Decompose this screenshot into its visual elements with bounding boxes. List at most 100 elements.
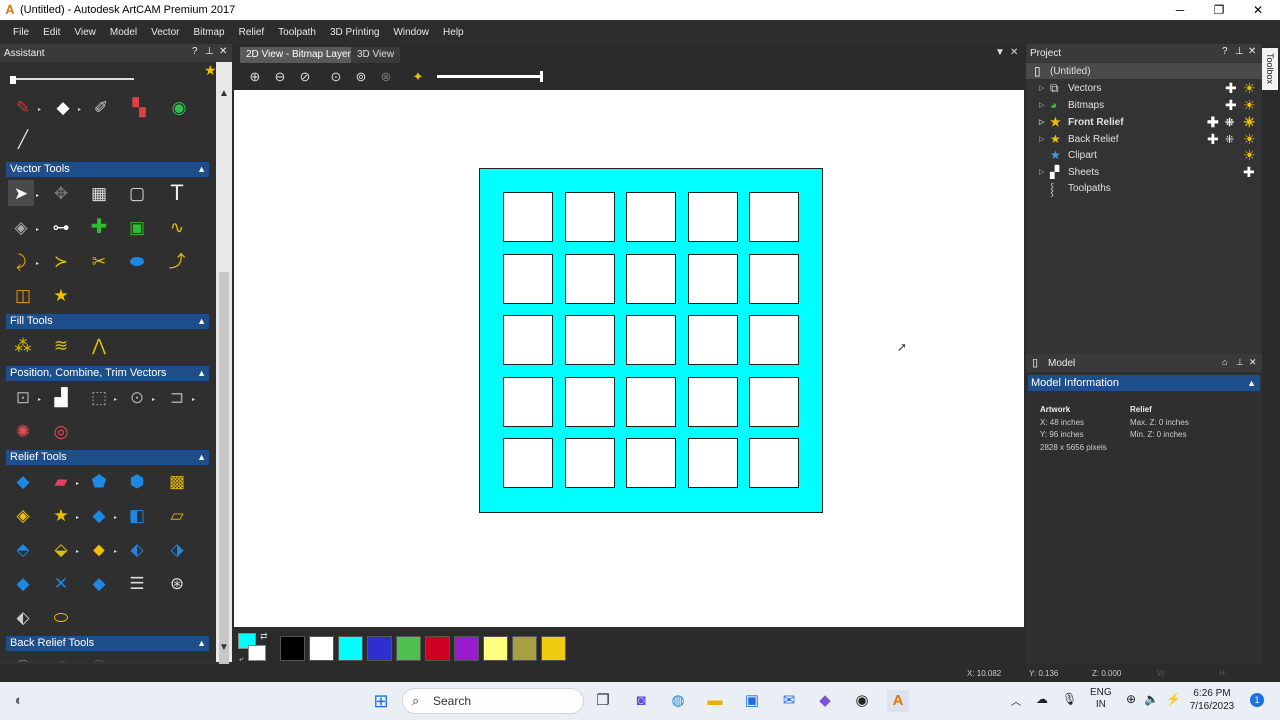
back-relief-texture-icon[interactable]: ⬭ bbox=[86, 650, 112, 662]
relief-circle-icon[interactable]: ⊛ bbox=[164, 570, 190, 596]
wrap-relief-icon[interactable]: ▱ bbox=[164, 502, 190, 528]
bitmap-board[interactable] bbox=[479, 168, 823, 513]
menu-relief[interactable]: Relief bbox=[232, 27, 272, 38]
restore-button[interactable]: ❐ bbox=[1199, 0, 1239, 20]
assistant-pin-button[interactable]: ⊥ bbox=[205, 46, 214, 57]
grid-cell[interactable] bbox=[626, 253, 676, 304]
flatten-relief-icon[interactable]: ◆ bbox=[86, 570, 112, 596]
create-vector-icon[interactable]: ✚ bbox=[86, 214, 112, 240]
dropdown-arrow-icon[interactable]: ▸ bbox=[38, 396, 41, 403]
grid-cell[interactable] bbox=[687, 438, 738, 488]
add-bitmap-icon[interactable]: ✚ bbox=[1225, 97, 1237, 114]
grid-cell[interactable] bbox=[626, 438, 676, 488]
dropdown-arrow-icon[interactable]: ▸ bbox=[114, 548, 117, 555]
grid-cell[interactable] bbox=[626, 315, 676, 365]
tree-item-sheets[interactable]: ▷ ▞ Sheets ✚ bbox=[1026, 164, 1262, 180]
tool-size-slider-knob[interactable] bbox=[10, 76, 16, 84]
relief-cleanup-icon[interactable]: ⬖ bbox=[10, 604, 36, 630]
bulb-on-icon[interactable]: ☀ bbox=[1243, 147, 1256, 164]
dropdown-arrow-icon[interactable]: ▸ bbox=[114, 514, 117, 521]
shape-editor-icon[interactable]: ◆ bbox=[10, 468, 36, 494]
dropdown-arrow-icon[interactable]: ▸ bbox=[78, 106, 81, 113]
model-pin-icon[interactable]: ⊥ bbox=[1236, 357, 1244, 368]
grid-cell[interactable] bbox=[626, 192, 676, 242]
color-swatch[interactable] bbox=[454, 636, 479, 661]
pen-tool-icon[interactable]: ✎ bbox=[10, 94, 36, 120]
battery-icon[interactable]: ⚡ bbox=[1166, 692, 1181, 706]
transform-tool-icon[interactable]: ✥ bbox=[48, 180, 74, 206]
bitmap-to-relief-icon[interactable]: ◈ bbox=[10, 502, 36, 528]
dropdown-arrow-icon[interactable]: ▸ bbox=[36, 226, 39, 233]
vector-library-icon[interactable]: ★ bbox=[48, 282, 74, 308]
close-button[interactable]: ✕ bbox=[1238, 0, 1278, 20]
zoom-extents-icon[interactable]: ⊚ bbox=[352, 68, 370, 86]
menu-edit[interactable]: Edit bbox=[36, 27, 67, 38]
expand-icon[interactable]: ▷ bbox=[1039, 118, 1044, 126]
cloud-icon[interactable]: ☁ bbox=[1036, 692, 1048, 706]
tree-item-front-relief[interactable]: ▷ ★ Front Relief ✚ ⁜ ☀ bbox=[1026, 114, 1262, 130]
relief-clipart-icon[interactable]: ★ bbox=[48, 502, 74, 528]
start-icon[interactable]: ⊞ bbox=[370, 690, 392, 712]
sculpt-icon[interactable]: ⬥ bbox=[86, 536, 112, 562]
favorite-star-icon[interactable]: ★ bbox=[204, 62, 216, 79]
offset-relief-icon[interactable]: ⬗ bbox=[164, 536, 190, 562]
color-swatch[interactable] bbox=[425, 636, 450, 661]
color-swatch[interactable] bbox=[338, 636, 363, 661]
menu-view[interactable]: View bbox=[67, 27, 103, 38]
tree-item-untitled[interactable]: ▯ (Untitled) bbox=[1026, 63, 1262, 79]
minimize-button[interactable]: ─ bbox=[1160, 0, 1200, 20]
grid-cell[interactable] bbox=[564, 438, 615, 488]
tree-item-back-relief[interactable]: ▷ ★ Back Relief ✚ ⁜ ☀ bbox=[1026, 131, 1262, 147]
color-swatch[interactable] bbox=[367, 636, 392, 661]
close-vector-icon[interactable]: ⊐ bbox=[164, 384, 190, 410]
eraser-tool-icon[interactable]: ◆ bbox=[50, 94, 76, 120]
menu-toolpath[interactable]: Toolpath bbox=[271, 27, 323, 38]
drawing-canvas[interactable]: ➚ bbox=[234, 90, 1024, 627]
tool-size-slider[interactable] bbox=[12, 78, 134, 80]
tree-item-bitmaps[interactable]: ▷ ◕ Bitmaps ✚ ☀ bbox=[1026, 97, 1262, 113]
zoom-out-icon[interactable]: ⊖ bbox=[271, 68, 289, 86]
add-sheet-icon[interactable]: ✚ bbox=[1243, 164, 1255, 181]
grid-cell[interactable] bbox=[749, 253, 799, 304]
weather-icon[interactable]: ◐ bbox=[8, 690, 30, 712]
collapse-icon[interactable]: ▲ bbox=[197, 366, 206, 381]
mirror-icon[interactable]: ⤸ bbox=[8, 248, 34, 274]
grid-cell[interactable] bbox=[687, 315, 738, 365]
bulb-off-icon[interactable]: ☀ bbox=[1243, 80, 1256, 97]
align-icon[interactable]: ⊡ bbox=[10, 384, 36, 410]
grid-cell[interactable] bbox=[687, 253, 738, 304]
add-vector-icon[interactable]: ✚ bbox=[1225, 80, 1237, 97]
two-rail-sweep-icon[interactable]: ⬢ bbox=[124, 468, 150, 494]
add-relief-icon[interactable]: ✚ bbox=[1207, 131, 1219, 148]
collapse-icon[interactable]: ▲ bbox=[197, 162, 206, 177]
texture-icon[interactable]: ▩ bbox=[164, 468, 190, 494]
fillet-icon[interactable]: ⬬ bbox=[124, 248, 150, 274]
zoom-in-icon[interactable]: ⊕ bbox=[246, 68, 264, 86]
bulb-on-icon[interactable]: ☀ bbox=[1243, 131, 1256, 148]
dropdown-arrow-icon[interactable]: ▸ bbox=[76, 514, 79, 521]
task-view-icon[interactable]: ❐ bbox=[592, 690, 614, 712]
assistant-scrollbar[interactable]: ▲ ▼ bbox=[216, 62, 232, 692]
offset-icon[interactable]: ≻ bbox=[48, 248, 74, 274]
project-help-button[interactable]: ? bbox=[1222, 46, 1228, 57]
grid-cell[interactable] bbox=[503, 253, 553, 304]
collapse-icon[interactable]: ▲ bbox=[197, 314, 206, 329]
color-swatch[interactable] bbox=[483, 636, 508, 661]
collapse-icon[interactable]: ▲ bbox=[197, 636, 206, 651]
dropdown-arrow-icon[interactable]: ▸ bbox=[38, 106, 41, 113]
spin-icon[interactable]: ⬟ bbox=[86, 468, 112, 494]
circular-array-icon[interactable]: ✺ bbox=[10, 418, 36, 444]
language-indicator[interactable]: ENG IN bbox=[1090, 687, 1112, 711]
scroll-down-icon[interactable]: ▼ bbox=[216, 642, 232, 653]
color-picker-icon[interactable]: ✐ bbox=[88, 94, 114, 120]
home-icon[interactable]: ⌂ bbox=[1222, 357, 1227, 367]
menu-bitmap[interactable]: Bitmap bbox=[186, 27, 231, 38]
rectangle-tool-icon[interactable]: ▢ bbox=[124, 180, 150, 206]
zoom-fit-icon[interactable]: ⊙ bbox=[327, 68, 345, 86]
dropdown-arrow-icon[interactable]: ▸ bbox=[36, 260, 39, 267]
add-relief-icon[interactable]: ✚ bbox=[1207, 114, 1219, 131]
color-swatch[interactable] bbox=[309, 636, 334, 661]
relief-grid-icon[interactable]: ⁜ bbox=[1225, 116, 1234, 129]
join-icon[interactable]: ⤴ bbox=[164, 248, 190, 274]
reset-colors-icon[interactable]: ⤶ bbox=[239, 654, 243, 664]
